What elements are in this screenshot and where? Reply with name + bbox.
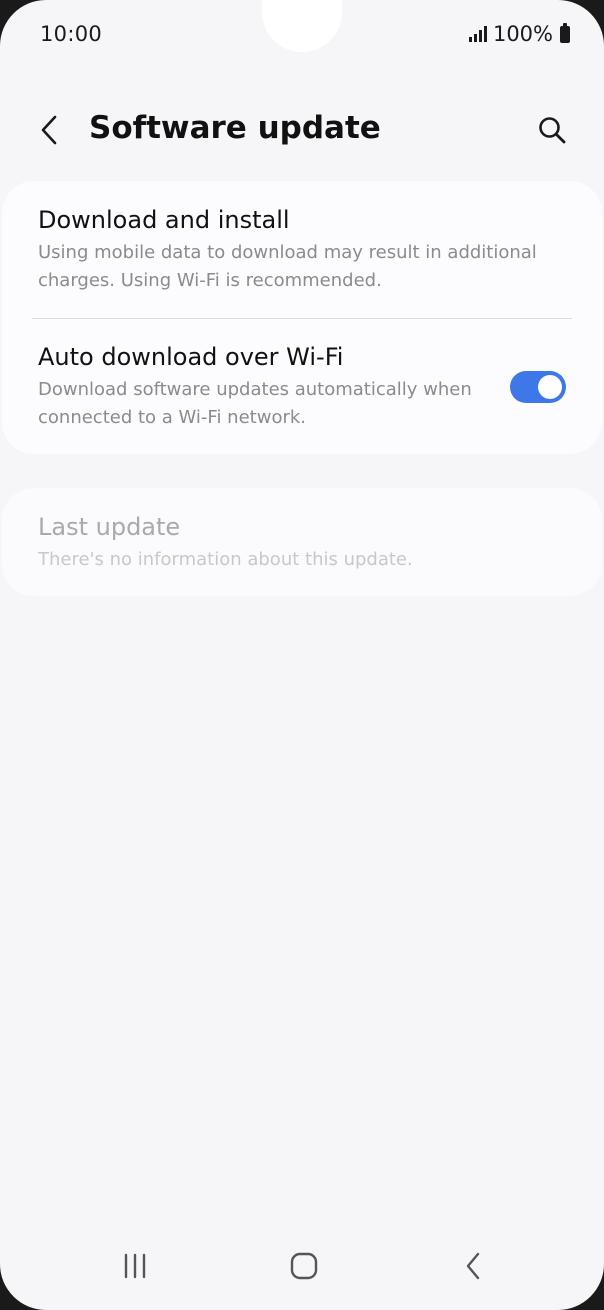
home-icon: [290, 1252, 318, 1280]
status-time: 10:00: [40, 22, 103, 46]
back-button[interactable]: [30, 110, 70, 150]
divider: [32, 318, 572, 319]
chevron-left-icon: [41, 115, 57, 145]
auto-download-toggle[interactable]: [510, 371, 566, 403]
toggle-knob: [538, 375, 562, 399]
auto-download-description: Download software updates automatically …: [38, 379, 472, 428]
last-update-item: Last update There's no information about…: [38, 512, 566, 574]
settings-card: Download and install Using mobile data t…: [2, 181, 602, 454]
navigation-bar: [0, 1236, 604, 1296]
download-and-install-title: Download and install: [38, 206, 290, 234]
download-and-install-item[interactable]: Download and install Using mobile data t…: [38, 205, 566, 295]
app-bar: Software update: [0, 100, 604, 160]
back-icon: [466, 1252, 480, 1280]
last-update-card: Last update There's no information about…: [2, 488, 602, 596]
nav-back-button[interactable]: [444, 1246, 504, 1286]
recents-icon: [124, 1253, 146, 1279]
recents-button[interactable]: [105, 1246, 165, 1286]
home-button[interactable]: [274, 1246, 334, 1286]
page-title: Software update: [89, 110, 381, 146]
signal-icon: [468, 26, 487, 42]
last-update-title: Last update: [38, 513, 181, 541]
auto-download-title: Auto download over Wi-Fi: [38, 343, 344, 371]
status-bar: 10:00 100%: [0, 0, 604, 70]
search-button[interactable]: [530, 110, 574, 150]
last-update-description: There's no information about this update…: [38, 549, 413, 570]
download-and-install-description: Using mobile data to download may result…: [38, 242, 537, 291]
camera-notch: [262, 0, 342, 52]
auto-download-item[interactable]: Auto download over Wi-Fi Download softwa…: [38, 342, 472, 432]
phone-screen: 10:00 100% Software update Download and …: [0, 0, 604, 1310]
search-icon: [539, 117, 566, 144]
status-indicators: 100%: [468, 22, 570, 46]
battery-percentage: 100%: [492, 22, 553, 46]
battery-icon: [560, 22, 570, 43]
